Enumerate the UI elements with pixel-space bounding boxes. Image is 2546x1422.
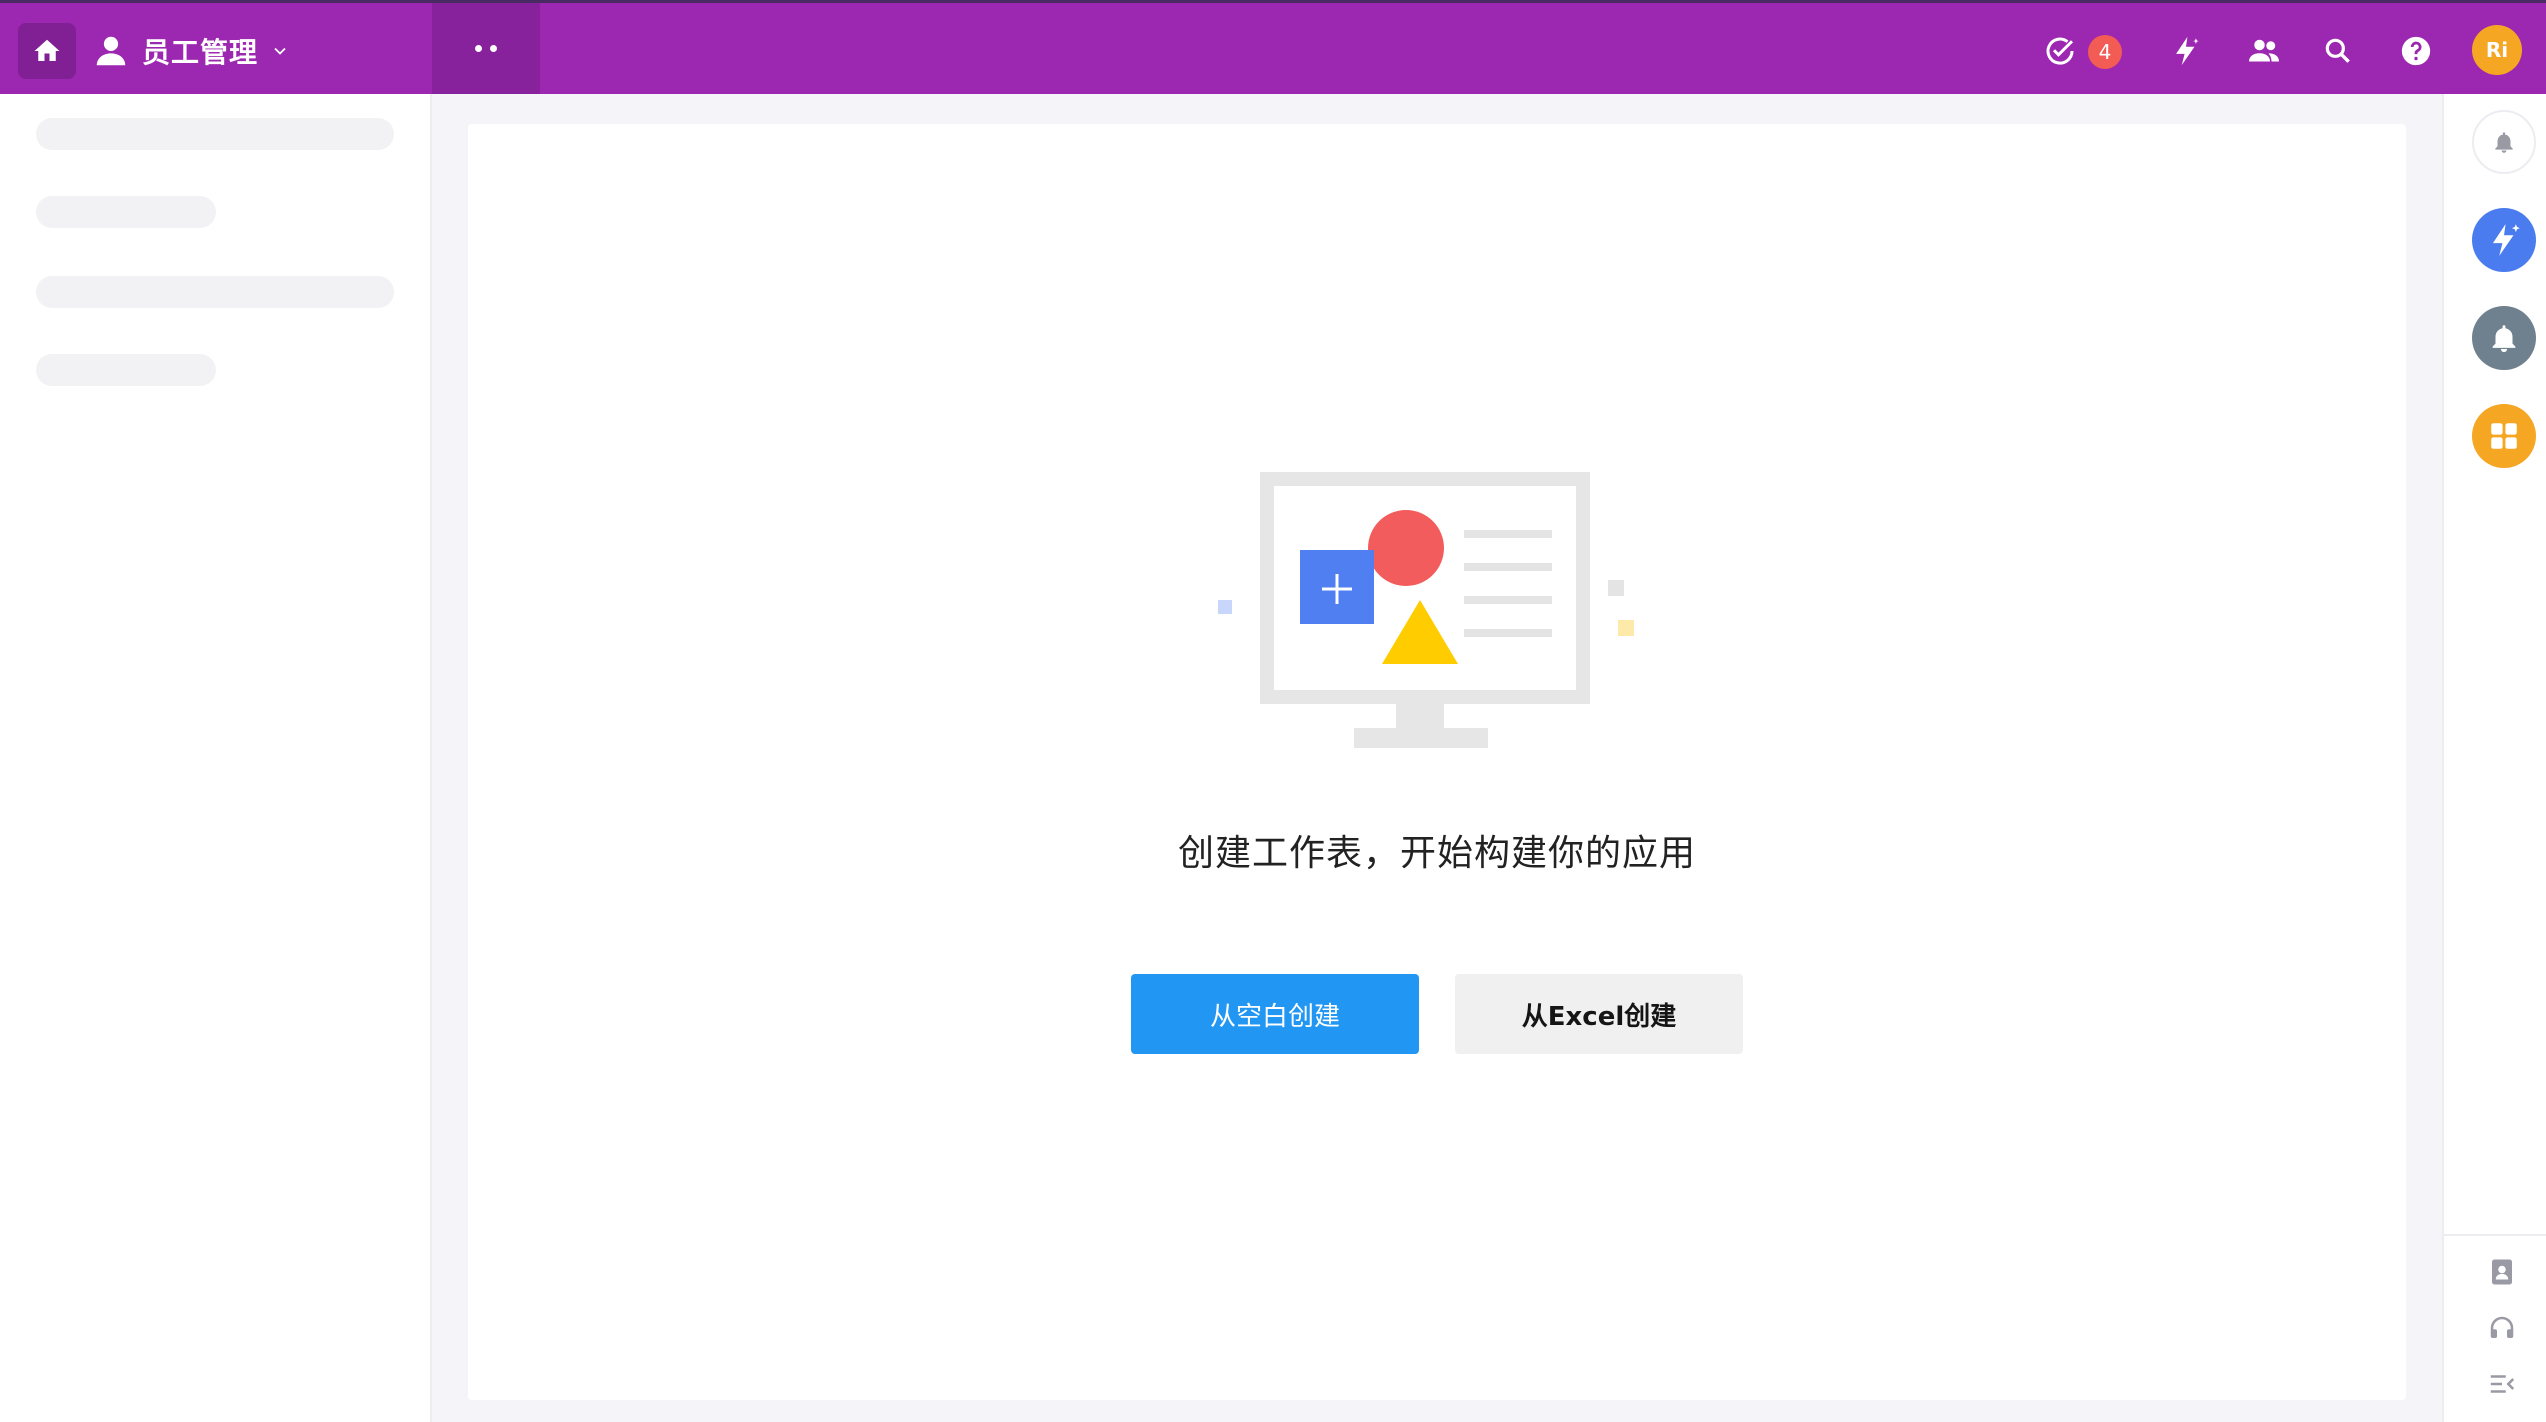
collapse-rail-button[interactable] xyxy=(2482,1364,2522,1404)
empty-state-message: 创建工作表，开始构建你的应用 xyxy=(1177,833,1696,874)
app-switcher[interactable]: 员工管理 xyxy=(92,27,290,75)
contacts-icon xyxy=(2492,1259,2512,1285)
top-navigation-bar: 员工管理 4 Ri xyxy=(0,0,2546,94)
help-button[interactable] xyxy=(2394,29,2438,73)
messages-button[interactable] xyxy=(2472,306,2536,370)
user-icon xyxy=(96,36,126,66)
skeleton-line xyxy=(36,354,216,386)
more-button[interactable] xyxy=(432,3,540,94)
todo-button[interactable] xyxy=(2038,29,2082,73)
support-button[interactable] xyxy=(2482,1308,2522,1348)
notification-button[interactable] xyxy=(2472,110,2536,174)
check-circle-icon xyxy=(2046,37,2074,65)
automation-button[interactable] xyxy=(2164,29,2208,73)
skeleton-line xyxy=(36,276,394,308)
apps-grid-icon xyxy=(2491,423,2517,449)
address-book-button[interactable] xyxy=(2482,1252,2522,1292)
skeleton-line xyxy=(36,196,216,228)
app-name: 员工管理 xyxy=(142,36,259,69)
search-button[interactable] xyxy=(2316,29,2360,73)
notification-icon xyxy=(2492,325,2516,353)
empty-state-panel: 创建工作表，开始构建你的应用 从空白创建 从Excel创建 xyxy=(468,124,2406,1400)
ai-lightning-icon xyxy=(2492,224,2520,256)
home-icon xyxy=(34,39,60,61)
more-icon xyxy=(475,45,497,52)
chevron-down-icon xyxy=(274,47,286,55)
skeleton-line xyxy=(36,118,394,150)
search-icon xyxy=(2325,38,2350,63)
bell-icon xyxy=(2495,132,2513,153)
user-avatar[interactable]: Ri xyxy=(2472,25,2522,75)
worksheet-sidebar xyxy=(0,94,432,1422)
collapse-icon xyxy=(2490,1375,2515,1393)
lightning-icon xyxy=(2176,36,2199,66)
rail-divider xyxy=(2444,1234,2546,1236)
apps-button[interactable] xyxy=(2472,404,2536,468)
create-from-excel-button[interactable]: 从Excel创建 xyxy=(1455,974,1743,1054)
help-icon xyxy=(2401,36,2431,66)
members-button[interactable] xyxy=(2242,29,2286,73)
home-button[interactable] xyxy=(18,23,76,79)
right-toolbar xyxy=(2442,94,2546,1422)
monitor-illustration xyxy=(1218,472,1634,748)
create-blank-button[interactable]: 从空白创建 xyxy=(1131,974,1419,1054)
ai-assistant-button[interactable] xyxy=(2472,208,2536,272)
todo-count-badge: 4 xyxy=(2088,35,2122,69)
people-icon xyxy=(2249,39,2279,62)
headset-icon xyxy=(2490,1316,2514,1338)
